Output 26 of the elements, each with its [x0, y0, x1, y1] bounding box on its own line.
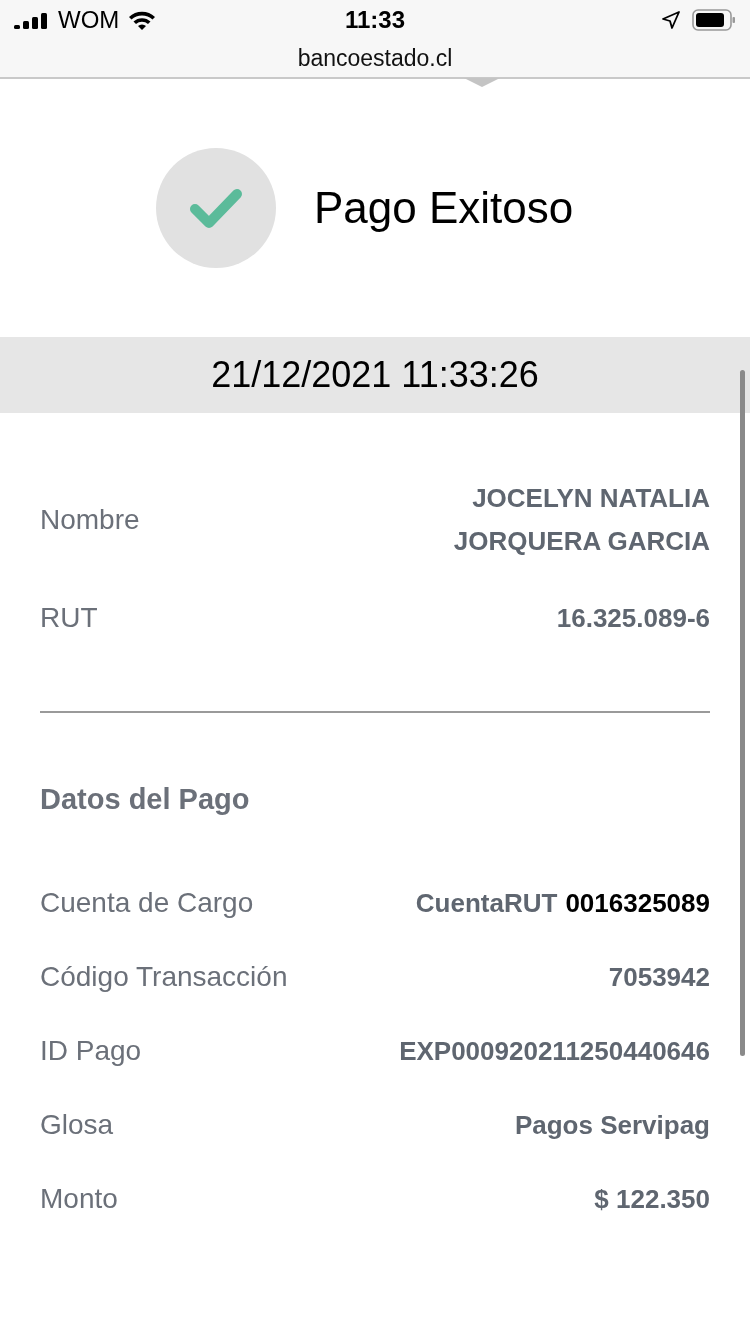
field-value: 16.325.089-6 [556, 601, 710, 635]
timestamp: 21/12/2021 11:33:26 [211, 354, 539, 396]
field-label: RUT [40, 602, 98, 634]
wifi-icon [127, 9, 158, 31]
url-text[interactable]: bancoestado.cl [297, 45, 453, 72]
field-value: JOCELYN NATALIA JORQUERA GARCIA [453, 482, 710, 558]
field-value: 7053942 [608, 960, 710, 994]
carrier-name: WOM [58, 6, 120, 34]
field-label: Monto [40, 1183, 118, 1215]
account-type: CuentaRUT [415, 886, 558, 920]
field-value: $ 122.350 [594, 1182, 710, 1216]
section-heading: Datos del Pago [40, 783, 251, 816]
location-arrow-icon [662, 11, 680, 29]
battery-icon [692, 9, 736, 31]
field-label: Código Transacción [40, 961, 288, 993]
field-label: Nombre [40, 504, 140, 536]
field-label: Cuenta de Cargo [40, 887, 254, 919]
field-label: Glosa [40, 1109, 114, 1141]
field-label: ID Pago [40, 1035, 142, 1067]
field-value: Pagos Servipag [514, 1108, 710, 1142]
signal-icon [14, 11, 50, 29]
field-value: EXP000920211250440646 [399, 1034, 710, 1068]
result-title: Pago Exitoso [314, 183, 574, 233]
clock-time: 11:33 [344, 6, 406, 34]
account-number: 0016325089 [565, 887, 710, 919]
check-icon [189, 187, 243, 229]
